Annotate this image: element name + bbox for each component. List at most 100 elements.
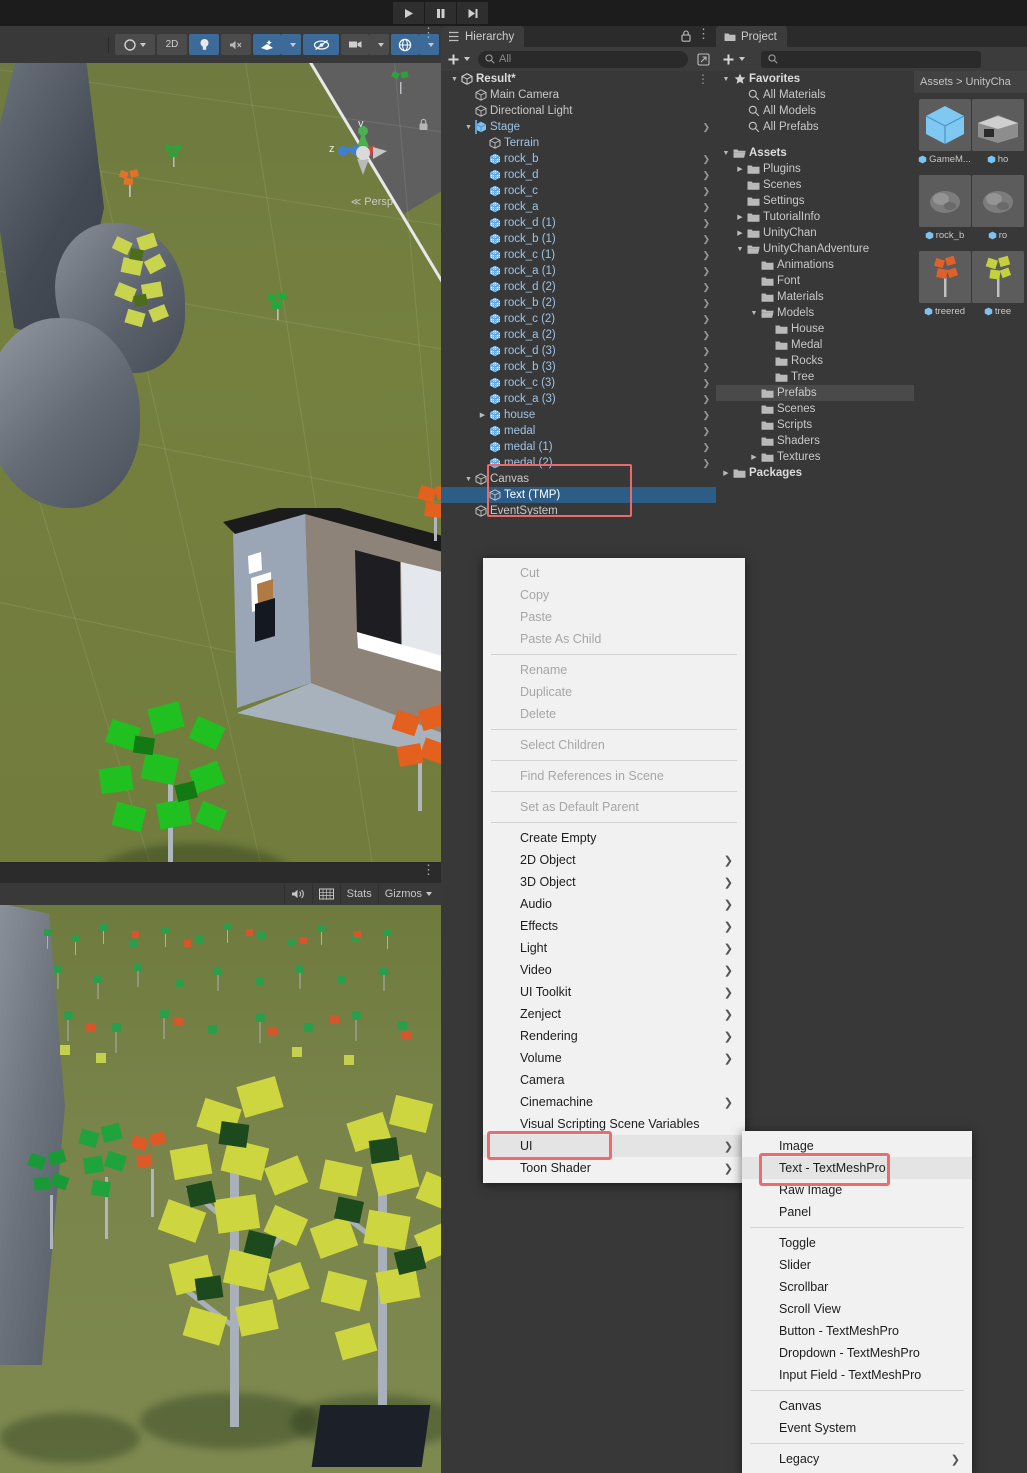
menu-item-3d-object[interactable]: 3D Object❯ xyxy=(483,871,745,893)
project-folder-tree[interactable]: Tree xyxy=(716,369,914,385)
hidden-objects-toggle-button[interactable] xyxy=(303,34,339,55)
hierarchy-context-menu[interactable]: CutCopyPastePaste As ChildRenameDuplicat… xyxy=(483,558,745,1183)
menu-item-visual-scripting-scene-variables[interactable]: Visual Scripting Scene Variables xyxy=(483,1113,745,1135)
hierarchy-open-external-icon[interactable] xyxy=(694,50,712,68)
menu-item-effects[interactable]: Effects❯ xyxy=(483,915,745,937)
project-folder-tutorialinfo[interactable]: ▶TutorialInfo xyxy=(716,209,914,225)
tab-hierarchy[interactable]: Hierarchy xyxy=(441,26,524,47)
chevron-down-icon[interactable]: ▼ xyxy=(748,310,760,317)
scene-viewport[interactable]: y z ≪ Persp xyxy=(0,63,441,862)
chevron-right-icon[interactable]: ❯ xyxy=(702,266,710,277)
breadcrumb[interactable]: Assets > UnityCha xyxy=(914,71,1027,93)
chevron-right-icon[interactable]: ❯ xyxy=(702,362,710,373)
chevron-right-icon[interactable]: ❯ xyxy=(702,410,710,421)
hierarchy-item-rock-c-2[interactable]: rock_c (2)❯ xyxy=(441,311,716,327)
asset-item[interactable]: ho xyxy=(971,99,1024,165)
chevron-right-icon[interactable]: ❯ xyxy=(702,186,710,197)
draw-mode-button[interactable] xyxy=(115,34,155,55)
project-folder-settings[interactable]: Settings xyxy=(716,193,914,209)
project-folder-rocks[interactable]: Rocks xyxy=(716,353,914,369)
hierarchy-lock-icon[interactable] xyxy=(681,30,691,45)
menu-item-zenject[interactable]: Zenject❯ xyxy=(483,1003,745,1025)
chevron-right-icon[interactable]: ▶ xyxy=(734,229,746,237)
menu-item-event-system[interactable]: Event System xyxy=(742,1417,972,1439)
chevron-right-icon[interactable]: ❯ xyxy=(702,346,710,357)
menu-item-create-empty[interactable]: Create Empty xyxy=(483,827,745,849)
chevron-right-icon[interactable]: ❯ xyxy=(702,282,710,293)
asset-item[interactable]: ro xyxy=(971,175,1024,241)
project-folder-all-prefabs[interactable]: All Prefabs xyxy=(716,119,914,135)
project-folder-medal[interactable]: Medal xyxy=(716,337,914,353)
menu-item-camera[interactable]: Camera xyxy=(483,1069,745,1091)
gizmo-lock-icon[interactable] xyxy=(418,118,429,134)
project-folder-assets[interactable]: ▼Assets xyxy=(716,145,914,161)
chevron-right-icon[interactable]: ❯ xyxy=(702,250,710,261)
hierarchy-item-result[interactable]: ▼Result*⋮ xyxy=(441,71,716,87)
hierarchy-item-rock-c[interactable]: rock_c❯ xyxy=(441,183,716,199)
menu-item-video[interactable]: Video❯ xyxy=(483,959,745,981)
hierarchy-row-menu-icon[interactable]: ⋮ xyxy=(697,72,709,86)
hierarchy-item-rock-a-3[interactable]: rock_a (3)❯ xyxy=(441,391,716,407)
hierarchy-item-medal-2[interactable]: medal (2)❯ xyxy=(441,455,716,471)
menu-item-volume[interactable]: Volume❯ xyxy=(483,1047,745,1069)
project-folder-shaders[interactable]: Shaders xyxy=(716,433,914,449)
project-folder-prefabs[interactable]: Prefabs xyxy=(716,385,914,401)
gizmos-button[interactable]: Gizmos xyxy=(378,884,438,904)
audio-toggle-button[interactable] xyxy=(221,34,251,55)
mute-audio-button[interactable] xyxy=(284,884,312,904)
hierarchy-item-house[interactable]: ▶house❯ xyxy=(441,407,716,423)
menu-item-raw-image[interactable]: Raw Image xyxy=(742,1179,972,1201)
hierarchy-item-rock-d-3[interactable]: rock_d (3)❯ xyxy=(441,343,716,359)
menu-item-image[interactable]: Image xyxy=(742,1135,972,1157)
menu-item-2d-object[interactable]: 2D Object❯ xyxy=(483,849,745,871)
hierarchy-item-rock-d-1[interactable]: rock_d (1)❯ xyxy=(441,215,716,231)
menu-item-toon-shader[interactable]: Toon Shader❯ xyxy=(483,1157,745,1179)
project-add-button[interactable] xyxy=(720,53,747,66)
menu-item-scroll-view[interactable]: Scroll View xyxy=(742,1298,972,1320)
menu-item-panel[interactable]: Panel xyxy=(742,1201,972,1223)
2d-toggle-button[interactable]: 2D xyxy=(157,34,187,55)
chevron-down-icon[interactable]: ▼ xyxy=(463,124,474,131)
project-folder-unitychan[interactable]: ▶UnityChan xyxy=(716,225,914,241)
menu-item-rendering[interactable]: Rendering❯ xyxy=(483,1025,745,1047)
chevron-down-icon[interactable]: ▼ xyxy=(449,76,460,83)
project-folder-packages[interactable]: ▶Packages xyxy=(716,465,914,481)
menu-item-cinemachine[interactable]: Cinemachine❯ xyxy=(483,1091,745,1113)
scene-panel-menu-icon[interactable]: ⋮ xyxy=(422,28,435,38)
gizmos-toggle-button[interactable] xyxy=(391,34,419,55)
project-folder-models[interactable]: ▼Models xyxy=(716,305,914,321)
hierarchy-item-rock-c-3[interactable]: rock_c (3)❯ xyxy=(441,375,716,391)
chevron-down-icon[interactable]: ▼ xyxy=(720,76,732,83)
project-search-input[interactable] xyxy=(761,51,981,68)
project-folder-all-models[interactable]: All Models xyxy=(716,103,914,119)
menu-item-ui-toolkit[interactable]: UI Toolkit❯ xyxy=(483,981,745,1003)
project-folder-favorites[interactable]: ▼Favorites xyxy=(716,71,914,87)
project-folder-house[interactable]: House xyxy=(716,321,914,337)
hierarchy-item-rock-d[interactable]: rock_d❯ xyxy=(441,167,716,183)
chevron-right-icon[interactable]: ❯ xyxy=(702,154,710,165)
menu-item-canvas[interactable]: Canvas xyxy=(742,1395,972,1417)
project-folder-scenes[interactable]: Scenes xyxy=(716,177,914,193)
chevron-right-icon[interactable]: ❯ xyxy=(702,394,710,405)
chevron-right-icon[interactable]: ❯ xyxy=(702,426,710,437)
menu-item-dropdown-textmeshpro[interactable]: Dropdown - TextMeshPro xyxy=(742,1342,972,1364)
menu-item-audio[interactable]: Audio❯ xyxy=(483,893,745,915)
project-folder-scripts[interactable]: Scripts xyxy=(716,417,914,433)
menu-item-input-field-textmeshpro[interactable]: Input Field - TextMeshPro xyxy=(742,1364,972,1386)
stats-button[interactable]: Stats xyxy=(340,884,378,904)
chevron-down-icon[interactable]: ▼ xyxy=(463,476,474,483)
lighting-toggle-button[interactable] xyxy=(189,34,219,55)
asset-item[interactable]: tree xyxy=(971,251,1024,317)
hierarchy-item-rock-a-1[interactable]: rock_a (1)❯ xyxy=(441,263,716,279)
chevron-right-icon[interactable]: ❯ xyxy=(702,122,710,133)
effects-dropdown-button[interactable] xyxy=(281,34,301,55)
hierarchy-item-rock-b-3[interactable]: rock_b (3)❯ xyxy=(441,359,716,375)
chevron-down-icon[interactable]: ▼ xyxy=(734,246,746,253)
menu-item-legacy[interactable]: Legacy❯ xyxy=(742,1448,972,1470)
project-folder-plugins[interactable]: ▶Plugins xyxy=(716,161,914,177)
project-folder-materials[interactable]: Materials xyxy=(716,289,914,305)
project-folder-scenes[interactable]: Scenes xyxy=(716,401,914,417)
aspect-ratio-button[interactable] xyxy=(312,884,340,904)
project-folder-all-materials[interactable]: All Materials xyxy=(716,87,914,103)
pause-button[interactable] xyxy=(425,2,456,24)
